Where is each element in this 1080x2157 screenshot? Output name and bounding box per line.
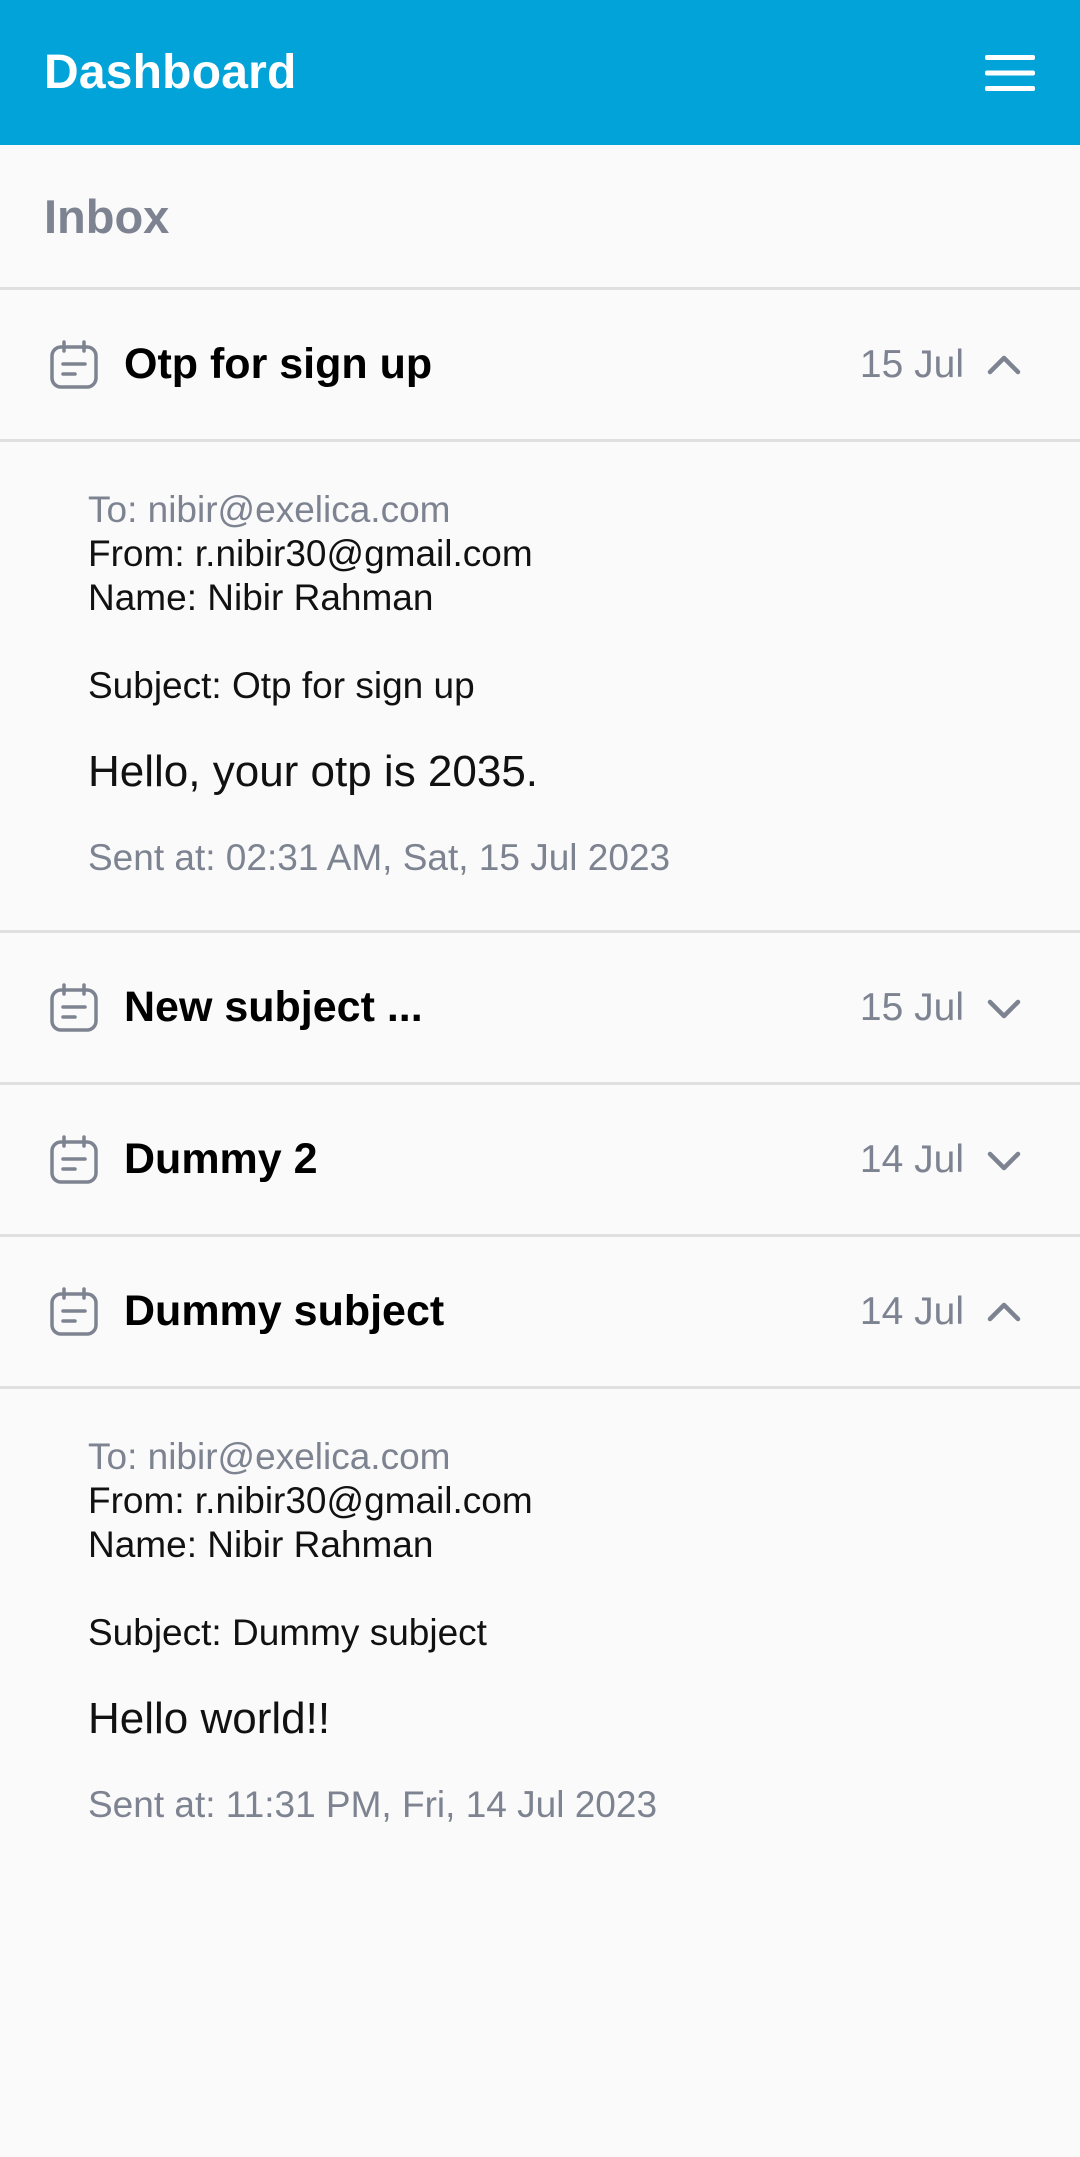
note-icon — [50, 339, 98, 389]
mail-sent-at: Sent at: 11:31 PM, Fri, 14 Jul 2023 — [88, 1784, 658, 1825]
mail-sender-name: Name: Nibir Rahman — [88, 577, 434, 618]
chevron-up-icon[interactable] — [984, 1292, 1024, 1332]
mail-detail: To: nibir@exelica.com From: r.nibir30@gm… — [0, 1389, 1080, 1869]
app-bar: Dashboard — [0, 0, 1080, 145]
mail-from: From: r.nibir30@gmail.com — [88, 1480, 533, 1521]
mail-date: 14 Jul — [859, 1137, 964, 1181]
mail-row[interactable]: Dummy 2 14 Jul — [0, 1085, 1080, 1237]
hamburger-menu-icon — [985, 54, 1035, 91]
mail-subject: Otp for sign up — [124, 340, 433, 388]
page-title: Dashboard — [44, 46, 297, 99]
mail-subject: Dummy subject — [124, 1287, 445, 1335]
mail-subject: New subject ... — [124, 983, 423, 1031]
mail-subject-line: Subject: Otp for sign up — [88, 665, 475, 706]
note-icon — [50, 1286, 98, 1336]
mail-date: 14 Jul — [859, 1289, 964, 1333]
chevron-up-icon[interactable] — [984, 345, 1024, 385]
note-icon — [50, 982, 98, 1032]
mail-from: From: r.nibir30@gmail.com — [88, 533, 533, 574]
inbox-header: Inbox — [0, 145, 1080, 290]
menu-button[interactable] — [980, 43, 1040, 103]
mail-subject: Dummy 2 — [124, 1135, 318, 1183]
mail-sent-at: Sent at: 02:31 AM, Sat, 15 Jul 2023 — [88, 837, 671, 878]
mail-message: Hello world!! — [88, 1694, 331, 1743]
mail-sender-name: Name: Nibir Rahman — [88, 1524, 434, 1565]
mail-date: 15 Jul — [859, 985, 964, 1029]
mail-row[interactable]: Otp for sign up 15 Jul — [0, 290, 1080, 442]
note-icon — [50, 1134, 98, 1184]
mail-row[interactable]: New subject ... 15 Jul — [0, 933, 1080, 1085]
chevron-down-icon[interactable] — [984, 988, 1024, 1028]
inbox-title: Inbox — [44, 189, 170, 243]
mail-to: To: nibir@exelica.com — [88, 1436, 451, 1477]
mail-to: To: nibir@exelica.com — [88, 489, 451, 530]
chevron-down-icon[interactable] — [984, 1140, 1024, 1180]
mail-subject-line: Subject: Dummy subject — [88, 1612, 487, 1653]
mail-detail: To: nibir@exelica.com From: r.nibir30@gm… — [0, 442, 1080, 933]
mail-message: Hello, your otp is 2035. — [88, 747, 539, 796]
mail-row[interactable]: Dummy subject 14 Jul — [0, 1237, 1080, 1389]
mail-date: 15 Jul — [859, 342, 964, 386]
